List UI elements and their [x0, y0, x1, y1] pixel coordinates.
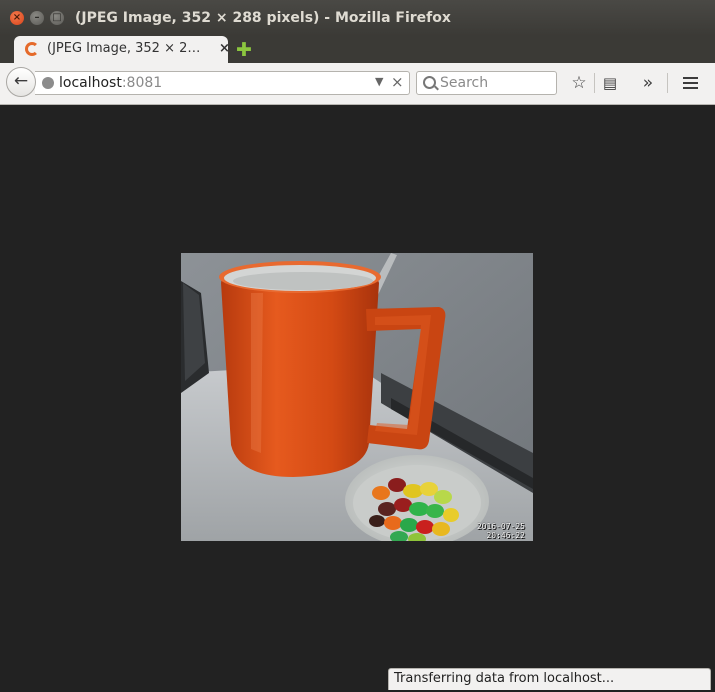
photo-mug-and-candy — [181, 253, 533, 541]
status-bar: Transferring data from localhost... — [388, 668, 711, 690]
new-tab-button[interactable]: ✚ — [236, 39, 252, 61]
tab-strip: (JPEG Image, 352 × 2… × ✚ — [0, 36, 715, 63]
search-bar[interactable] — [416, 71, 557, 95]
photo-timestamp-time: 20:46:22 — [486, 531, 525, 540]
search-input[interactable] — [440, 74, 552, 92]
tab-close-button[interactable]: × — [219, 41, 230, 56]
url-host: localhost — [59, 75, 122, 91]
navigation-bar: localhost:8081 ▼ × ← ☆ ▤ » — [0, 63, 715, 105]
url-port: :8081 — [121, 75, 163, 91]
window-close-button[interactable]: × — [10, 11, 24, 25]
url-text[interactable]: localhost:8081 — [59, 75, 162, 91]
toolbar-divider — [667, 73, 668, 93]
toolbar-overflow-button[interactable]: » — [638, 72, 658, 94]
tab-jpeg-image[interactable]: (JPEG Image, 352 × 2… × — [14, 36, 230, 63]
toolbar-divider — [594, 73, 595, 93]
menu-line — [683, 87, 698, 89]
jpeg-image[interactable]: 2016-07-25 20:46:22 — [181, 253, 533, 541]
page-content: 2016-07-25 20:46:22 — [0, 105, 715, 692]
bookmark-star-button[interactable]: ☆ — [569, 72, 589, 94]
window-minimize-button[interactable]: – — [30, 11, 44, 25]
url-bar[interactable]: localhost:8081 ▼ × — [35, 71, 410, 95]
globe-icon — [42, 77, 54, 89]
tab-title: (JPEG Image, 352 × 2… — [47, 41, 201, 56]
firefox-icon — [25, 42, 39, 56]
title-bar: × – □ (JPEG Image, 352 × 288 pixels) - M… — [0, 0, 715, 36]
photo-timestamp-date: 2016-07-25 — [476, 522, 525, 531]
menu-line — [683, 82, 698, 84]
menu-line — [683, 77, 698, 79]
window-maximize-button[interactable]: □ — [50, 11, 64, 25]
browser-window: × – □ (JPEG Image, 352 × 288 pixels) - M… — [0, 0, 715, 692]
window-title: (JPEG Image, 352 × 288 pixels) - Mozilla… — [75, 10, 451, 26]
search-icon — [423, 76, 436, 89]
menu-hamburger-icon[interactable] — [680, 72, 700, 94]
photo-timestamp: 2016-07-25 20:46:22 — [477, 522, 525, 540]
url-clear-icon[interactable]: × — [391, 73, 404, 91]
url-history-dropdown-icon[interactable]: ▼ — [375, 75, 383, 88]
reading-list-button[interactable]: ▤ — [600, 72, 620, 94]
back-button[interactable]: ← — [6, 67, 36, 97]
